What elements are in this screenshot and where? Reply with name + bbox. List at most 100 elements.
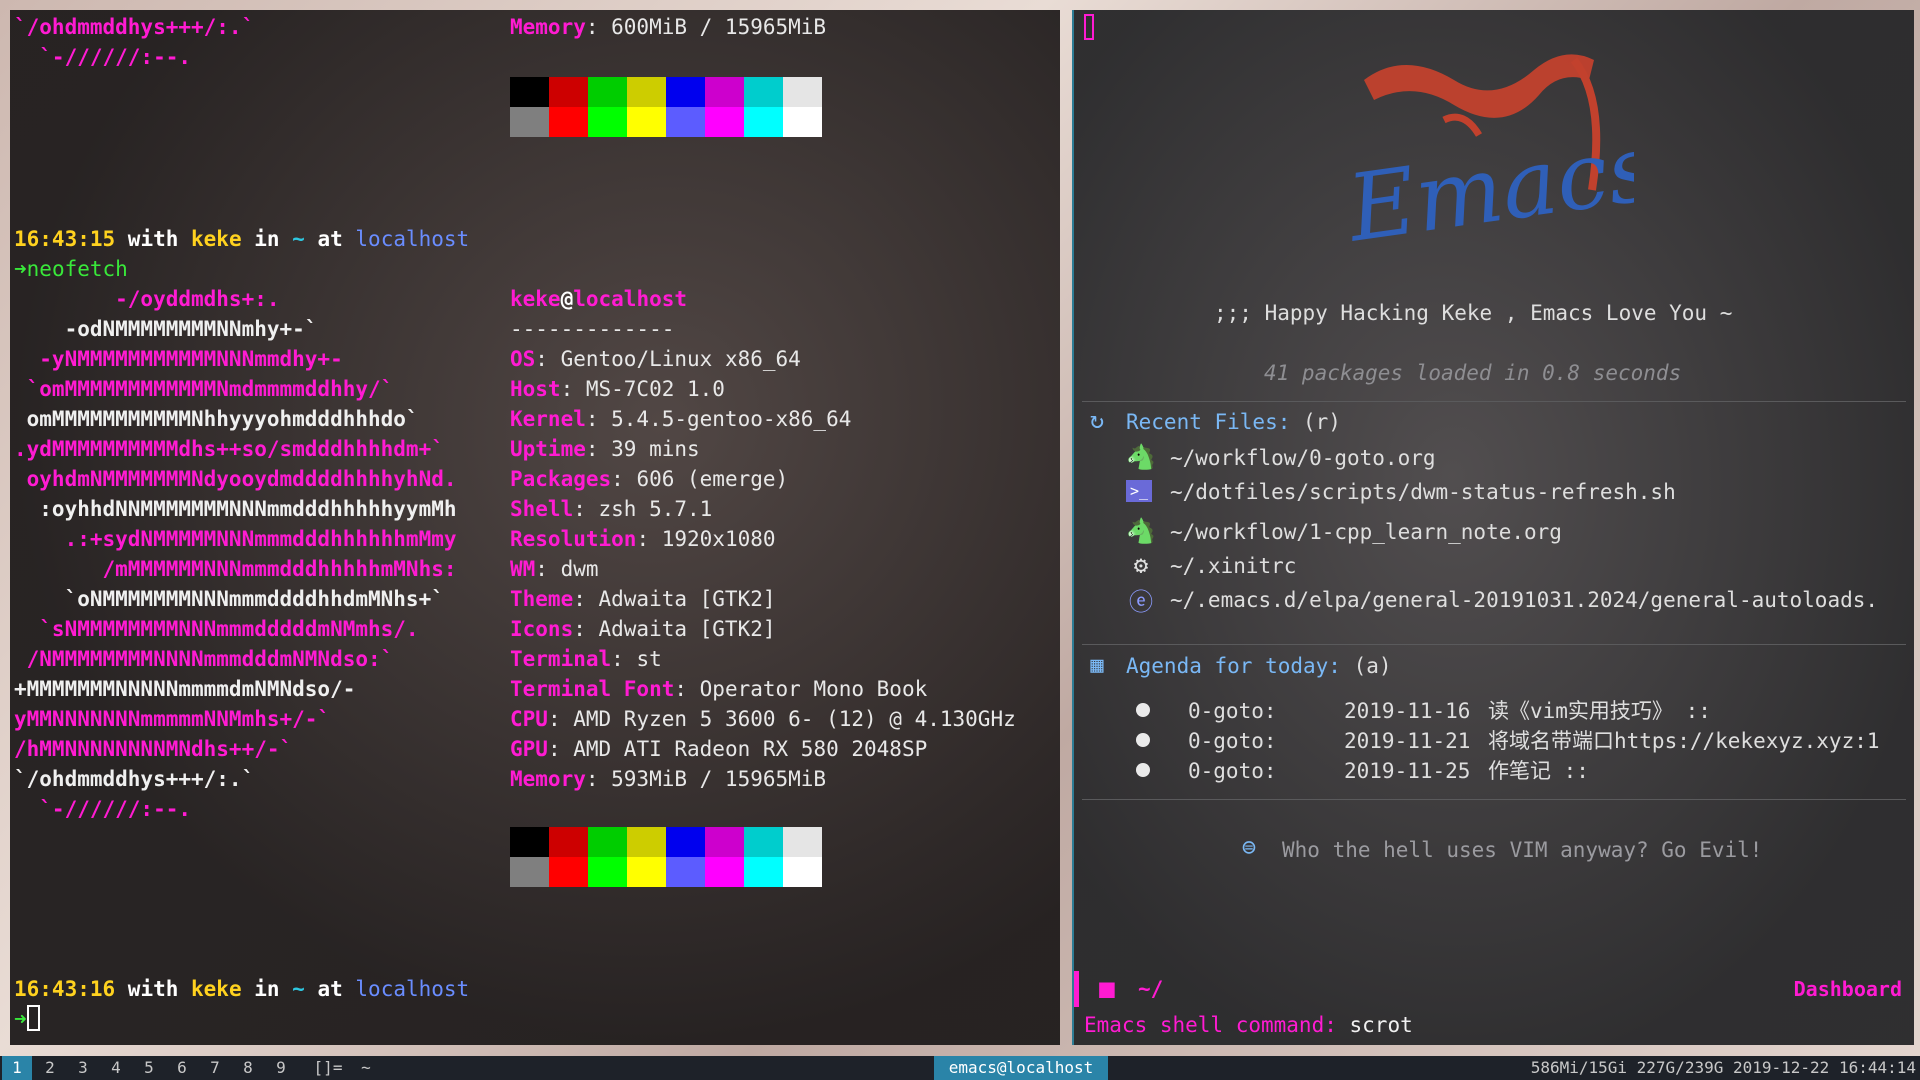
info-row: Packages: 606 (emerge)	[510, 464, 788, 494]
org-unicorn-icon: 🐴	[1126, 443, 1156, 471]
logo-line: `-//////:--.	[14, 45, 192, 69]
evil-icon: ⊜	[1241, 833, 1257, 861]
logo-line: +MMMMMMMNNNNNmmmmdmNMNdso/-	[14, 677, 356, 701]
color-swatch	[510, 827, 549, 857]
tag-2[interactable]: 2	[35, 1056, 65, 1080]
logo-line: -yNMMMMMMMMMMMNNNmmdhy+-	[14, 347, 343, 371]
info-row: CPU: AMD Ryzen 5 3600 6- (12) @ 4.130GHz	[510, 704, 1016, 734]
prompt-time: 16:43:16	[14, 977, 116, 1001]
info-value: : 600MiB / 15965MiB	[585, 15, 827, 39]
info-row: Icons: Adwaita [GTK2]	[510, 614, 776, 644]
recent-file-item[interactable]: ~/workflow/0-goto.org	[1170, 443, 1436, 473]
info-row: Kernel: 5.4.5-gentoo-x86_64	[510, 404, 851, 434]
dashboard-banner: ;;; Happy Hacking Keke , Emacs Love You …	[1214, 301, 1733, 325]
recent-file-item[interactable]: ~/workflow/1-cpp_learn_note.org	[1170, 517, 1562, 547]
agenda-date: 2019-11-21	[1344, 729, 1471, 753]
minibuffer-input[interactable]: scrot	[1337, 1013, 1413, 1037]
agenda-item[interactable]: 0-goto: 2019-11-16 读《vim实用技巧》 ::	[1188, 696, 1711, 726]
color-swatch	[705, 827, 744, 857]
color-swatch	[627, 107, 666, 137]
color-swatch	[705, 857, 744, 887]
info-value: : 593MiB / 15965MiB	[585, 767, 827, 791]
folder-icon: ■	[1099, 974, 1115, 1004]
load-stats: 41 packages loaded in 0.8 seconds	[1264, 361, 1682, 385]
user-name: keke	[510, 287, 561, 311]
info-row: Theme: Adwaita [GTK2]	[510, 584, 776, 614]
recent-file-item[interactable]: ~/dotfiles/scripts/dwm-status-refresh.sh	[1170, 477, 1676, 507]
user-host: keke@localhost	[510, 284, 687, 314]
minibuffer[interactable]: Emacs shell command: scrot	[1084, 1010, 1413, 1040]
color-palette	[510, 77, 822, 137]
color-swatch	[510, 857, 549, 887]
info-value: : 606 (emerge)	[611, 467, 789, 491]
logo-line: `oNMMMMMMMNNNmmmddddhhdmMNhs+`	[14, 587, 444, 611]
title-prefix: ~	[361, 1058, 371, 1077]
command-text: neofetch	[26, 257, 128, 281]
host-name: localhost	[573, 287, 688, 311]
section-key: (r)	[1290, 410, 1341, 434]
emacs-window[interactable]: Emacs ;;; Happy Hacking Keke , Emacs Lov…	[1072, 10, 1914, 1045]
color-swatch	[744, 77, 783, 107]
logo-line: `sNMMMMMMMMNNNmmmdddddmNMmhs/.	[14, 617, 419, 641]
prompt-text: at	[304, 227, 356, 251]
logo-line: oyhdmNMMMMMMMNdyooydmddddhhhhyhNd.	[14, 467, 457, 491]
tag-8[interactable]: 8	[233, 1056, 263, 1080]
agenda-date: 2019-11-25	[1344, 759, 1471, 783]
color-swatch	[744, 857, 783, 887]
agenda-item[interactable]: 0-goto: 2019-11-25 作笔记 ::	[1188, 756, 1589, 786]
text-cursor[interactable]	[26, 1005, 40, 1031]
color-swatch	[783, 77, 822, 107]
info-label: Icons	[510, 617, 574, 641]
tag-1[interactable]: 1	[2, 1056, 32, 1080]
prompt-text: with	[115, 227, 192, 251]
window-title[interactable]: emacs@localhost	[934, 1056, 1108, 1080]
gear-icon: ⚙	[1133, 551, 1149, 579]
prompt-dir: ~	[292, 227, 305, 251]
tag-6[interactable]: 6	[167, 1056, 197, 1080]
history-icon: ↻	[1089, 406, 1105, 434]
agenda-heading[interactable]: Agenda for today: (a)	[1126, 651, 1392, 681]
logo-line: `omMMMMMMMMMMMMNmdmmmmddhhy/`	[14, 377, 394, 401]
modeline-buffer-name: Dashboard	[1793, 977, 1902, 1001]
section-title: Agenda for today:	[1126, 654, 1341, 678]
info-value: : Adwaita [GTK2]	[573, 587, 776, 611]
tag-9[interactable]: 9	[266, 1056, 296, 1080]
logo-line: `-//////:--.	[14, 797, 192, 821]
mode-line[interactable]: ■ ~/ Dashboard	[1074, 967, 1912, 1011]
info-label: Kernel	[510, 407, 586, 431]
tag-7[interactable]: 7	[200, 1056, 230, 1080]
color-palette	[510, 827, 822, 887]
tag-3[interactable]: 3	[68, 1056, 98, 1080]
recent-files-heading[interactable]: Recent Files: (r)	[1126, 407, 1341, 437]
color-swatch	[666, 827, 705, 857]
dashboard-footer: Who the hell uses VIM anyway? Go Evil!	[1282, 838, 1763, 862]
info-label: Theme	[510, 587, 574, 611]
prompt-dir: ~	[292, 977, 305, 1001]
color-swatch	[549, 827, 588, 857]
agenda-bullet	[1136, 733, 1150, 747]
prompt-arrow-icon: ➜	[14, 257, 27, 281]
agenda-item[interactable]: 0-goto: 2019-11-21 将域名带端口https://kekexyz.x…	[1188, 726, 1880, 756]
color-swatch	[783, 107, 822, 137]
recent-file-item[interactable]: ~/.xinitrc	[1170, 551, 1296, 581]
agenda-file: 0-goto:	[1188, 729, 1277, 753]
info-label: GPU	[510, 737, 548, 761]
recent-file-item[interactable]: ~/.emacs.d/elpa/general-20191031.2024/ge…	[1170, 585, 1878, 615]
info-label: OS	[510, 347, 536, 371]
shell-prompt: 16:43:16 with keke in ~ at localhost	[14, 974, 469, 1004]
agenda-file: 0-goto:	[1188, 699, 1277, 723]
divider	[1082, 799, 1906, 800]
calendar-icon: ▦	[1090, 652, 1104, 678]
logo-line: `/ohdmmddhys+++/:.`	[14, 767, 255, 791]
divider	[1082, 401, 1906, 402]
info-value: : st	[611, 647, 662, 671]
command-line[interactable]: ➜	[14, 1004, 40, 1034]
tag-4[interactable]: 4	[101, 1056, 131, 1080]
terminal-window[interactable]: `/ohdmmddhys+++/:.` `-//////:--. Memory:…	[10, 10, 1060, 1045]
memory-row: Memory: 600MiB / 15965MiB	[510, 12, 826, 42]
info-label: Host	[510, 377, 561, 401]
tag-5[interactable]: 5	[134, 1056, 164, 1080]
layout-indicator[interactable]: []=	[308, 1056, 348, 1080]
command-line: ➜neofetch	[14, 254, 128, 284]
minibuffer-prompt: Emacs shell command:	[1084, 1013, 1337, 1037]
